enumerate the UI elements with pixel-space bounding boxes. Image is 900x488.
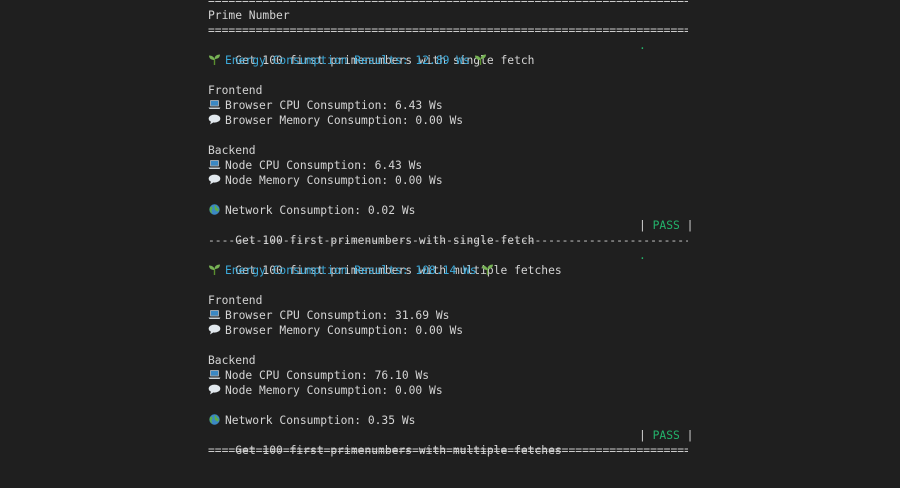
frontend-heading: Frontend (208, 294, 263, 307)
separator-double: ========================================… (208, 0, 688, 7)
seedling-icon (209, 264, 220, 275)
node-cpu-line: Node CPU Consumption: 76.10 Ws (208, 368, 688, 383)
separator-double: ========================================… (208, 24, 688, 37)
browser-cpu-line: Browser CPU Consumption: 31.69 Ws (208, 308, 688, 323)
test-result-line: Get 100 first primenumbers with single f… (235, 219, 694, 247)
speech-bubble-icon (208, 114, 221, 125)
test-name: Get 100 first primenumbers with single f… (235, 39, 646, 67)
seedling-icon (209, 54, 220, 65)
laptop-icon (208, 160, 221, 169)
node-cpu-line: Node CPU Consumption: 6.43 Ws (208, 158, 688, 173)
laptop-icon (208, 370, 221, 379)
status-badge: | PASS | (639, 429, 694, 442)
pass-label: PASS (652, 429, 680, 442)
backend-heading: Backend (208, 354, 256, 367)
browser-cpu-line: Browser CPU Consumption: 6.43 Ws (208, 98, 688, 113)
browser-memory-line: Browser Memory Consumption: 0.00 Ws (208, 113, 688, 128)
running-marker: . (639, 249, 646, 262)
energy-result-line: Energy Consumption Results: 12.89 Ws (208, 53, 688, 68)
laptop-icon (208, 310, 221, 319)
energy-result-line: Energy Consumption Results: 108.14 Ws (208, 263, 688, 278)
pass-label: PASS (652, 219, 680, 232)
backend-heading: Backend (208, 144, 256, 157)
node-memory-line: Node Memory Consumption: 0.00 Ws (208, 383, 688, 398)
globe-icon (209, 204, 220, 215)
running-marker: . (639, 39, 646, 52)
network-line: Network Consumption: 0.35 Ws (208, 413, 688, 428)
suite-title: Prime Number (208, 9, 290, 22)
speech-bubble-icon (208, 174, 221, 185)
terminal-output: ========================================… (208, 0, 694, 458)
seedling-icon (481, 264, 493, 275)
node-memory-line: Node Memory Consumption: 0.00 Ws (208, 173, 688, 188)
status-badge: | PASS | (639, 219, 694, 232)
seedling-icon (474, 54, 486, 65)
speech-bubble-icon (208, 324, 221, 335)
frontend-heading: Frontend (208, 84, 263, 97)
globe-icon (209, 414, 220, 425)
speech-bubble-icon (208, 384, 221, 395)
separator-double: ========================================… (208, 444, 688, 457)
test-result-line: Get 100 first primenumbers with multiple… (235, 429, 694, 457)
separator-single: ----------------------------------------… (208, 234, 688, 247)
browser-memory-line: Browser Memory Consumption: 0.00 Ws (208, 323, 688, 338)
network-line: Network Consumption: 0.02 Ws (208, 203, 688, 218)
test-name: Get 100 first primenumbers with multiple… (235, 249, 646, 277)
laptop-icon (208, 100, 221, 109)
